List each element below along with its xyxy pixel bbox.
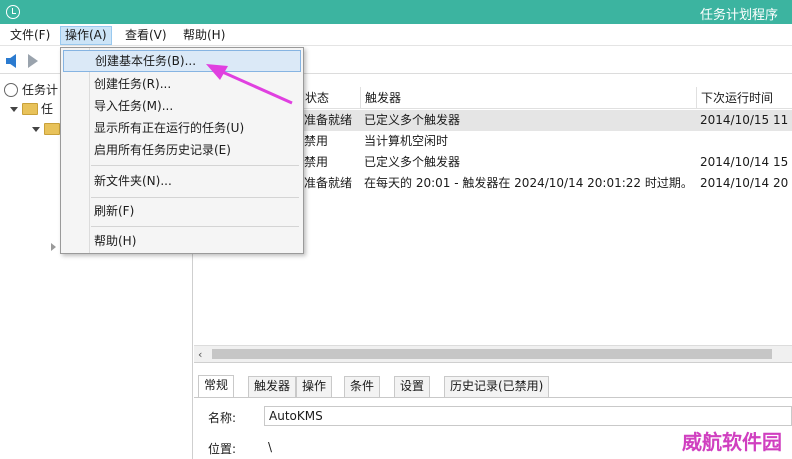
scroll-left-icon[interactable]: ‹ [198, 348, 202, 361]
tab-triggers[interactable]: 触发器 [248, 376, 297, 397]
cell-status: 禁用 [304, 134, 329, 148]
scrollbar-thumb[interactable] [212, 349, 772, 359]
folder-icon [44, 123, 60, 135]
menu-item-show-running[interactable]: 显示所有正在运行的任务(U) [63, 117, 301, 139]
menu-item-create-basic-task[interactable]: 创建基本任务(B)... [63, 50, 301, 72]
tab-actions[interactable]: 操作 [296, 376, 333, 397]
tab-general[interactable]: 常规 [198, 375, 235, 398]
menu-action[interactable]: 操作(A) [60, 26, 112, 45]
title-bar: 任务计划程序 [0, 0, 792, 24]
menu-item-new-folder[interactable]: 新文件夹(N)... [63, 170, 301, 192]
menu-help[interactable]: 帮助(H) [179, 27, 229, 44]
clock-icon [4, 83, 18, 97]
cell-next-run: 2014/10/14 20 [700, 176, 789, 190]
menu-item-enable-history[interactable]: 启用所有任务历史记录(E) [63, 139, 301, 161]
collapsed-expander-icon[interactable] [51, 243, 56, 251]
tree-library[interactable]: 任 [10, 100, 53, 118]
cell-status: 准备就绪 [304, 176, 353, 190]
cell-trigger: 已定义多个触发器 [364, 155, 461, 169]
back-arrow-icon[interactable] [6, 54, 16, 68]
tab-conditions[interactable]: 条件 [344, 376, 381, 397]
tab-history[interactable]: 历史记录(已禁用) [444, 376, 550, 397]
menu-file[interactable]: 文件(F) [6, 27, 54, 44]
menu-item-help[interactable]: 帮助(H) [63, 230, 301, 252]
location-value: \ [268, 440, 273, 454]
menu-view[interactable]: 查看(V) [121, 27, 171, 44]
name-field[interactable]: AutoKMS [264, 406, 792, 426]
folder-icon [22, 103, 38, 115]
cell-next-run: 2014/10/14 15 [700, 155, 789, 169]
tree-library-label: 任 [41, 102, 54, 116]
name-label: 名称: [208, 411, 237, 425]
column-status[interactable]: 状态 [300, 87, 360, 109]
column-next-run[interactable]: 下次运行时间 [696, 87, 792, 109]
cell-trigger: 已定义多个触发器 [364, 113, 461, 127]
menu-separator [91, 197, 299, 198]
menu-item-refresh[interactable]: 刷新(F) [63, 200, 301, 222]
tree-root-label: 任务计 [22, 83, 59, 97]
cell-status: 禁用 [304, 155, 329, 169]
watermark: 威航软件园 [682, 430, 782, 454]
tree-root[interactable]: 任务计 [4, 81, 58, 99]
menu-separator [91, 165, 299, 166]
expand-icon[interactable] [32, 127, 40, 132]
tab-settings[interactable]: 设置 [394, 376, 431, 397]
forward-arrow-icon[interactable] [28, 54, 38, 68]
cell-trigger: 在每天的 20:01 - 触发器在 2024/10/14 20:01:22 时过… [364, 176, 693, 190]
clock-icon [6, 5, 20, 19]
menu-bar: 文件(F) 操作(A) 查看(V) 帮助(H) [0, 24, 792, 46]
menu-item-import-task[interactable]: 导入任务(M)... [63, 95, 301, 117]
column-trigger[interactable]: 触发器 [360, 87, 696, 109]
horizontal-scrollbar[interactable]: ‹ [194, 345, 792, 362]
tree-subfolder[interactable] [32, 120, 63, 138]
expand-icon[interactable] [10, 107, 18, 112]
location-label: 位置: [208, 442, 237, 456]
menu-item-create-task[interactable]: 创建任务(R)... [63, 73, 301, 95]
action-menu: 创建基本任务(B)... 创建任务(R)... 导入任务(M)... 显示所有正… [60, 47, 304, 254]
cell-next-run: 2014/10/15 11 [700, 113, 789, 127]
cell-trigger: 当计算机空闲时 [364, 134, 449, 148]
window-title: 任务计划程序 [699, 8, 778, 23]
menu-separator [91, 226, 299, 227]
cell-status: 准备就绪 [304, 113, 353, 127]
